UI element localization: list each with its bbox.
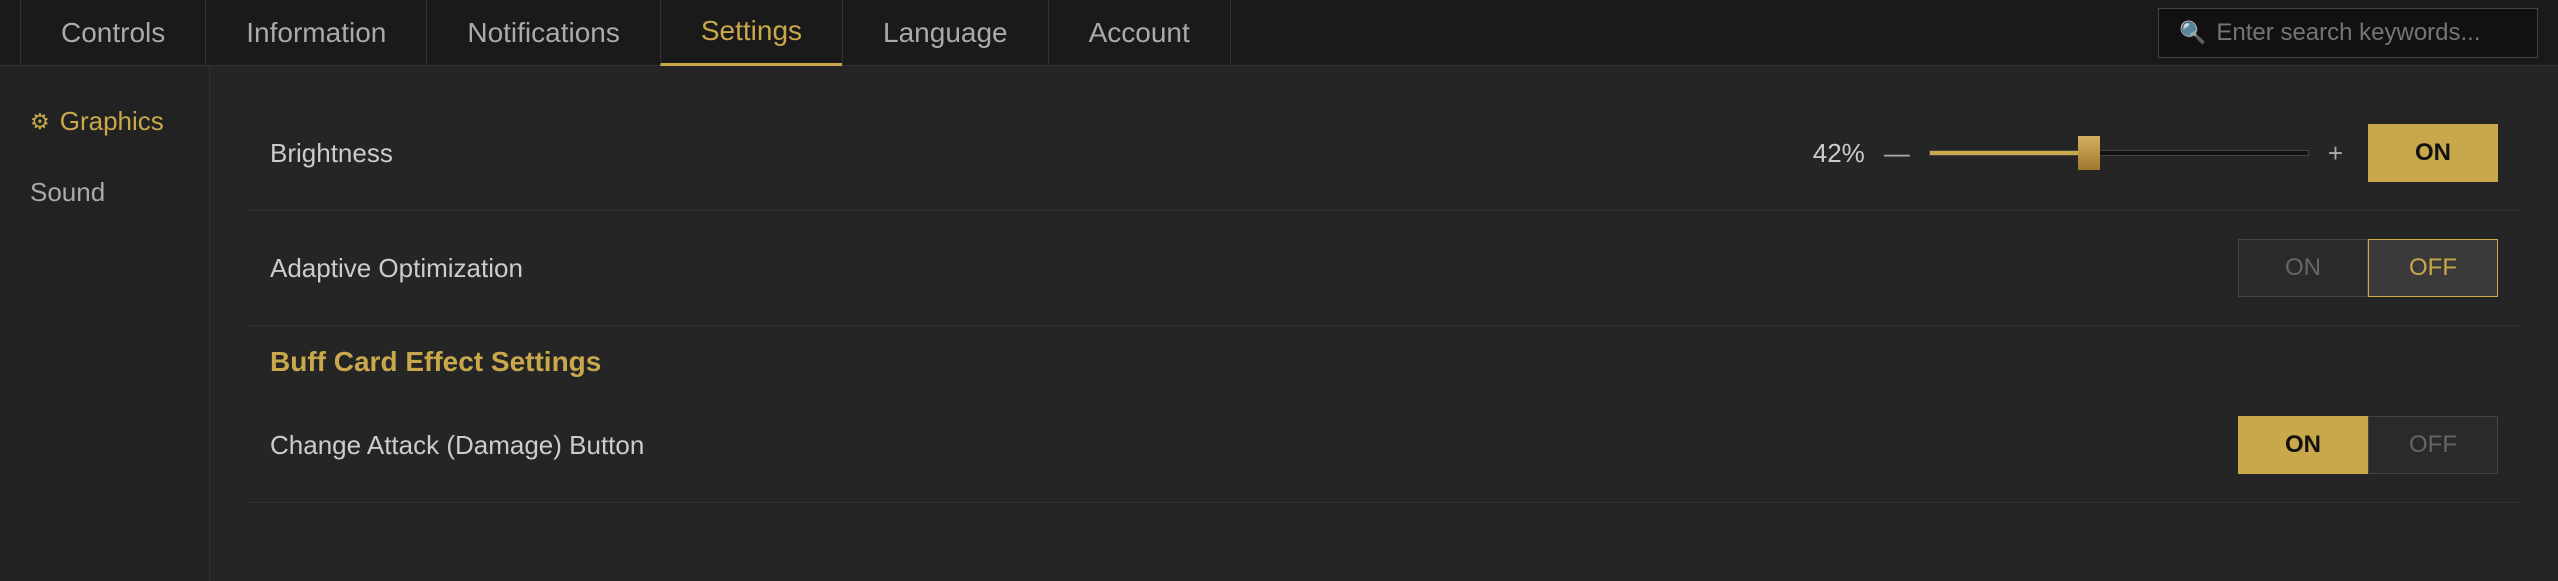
settings-icon: ⚙ bbox=[30, 109, 50, 135]
brightness-row: Brightness 42% — + ON bbox=[250, 96, 2518, 211]
buff-card-section-header: Buff Card Effect Settings bbox=[250, 326, 2518, 388]
search-input[interactable] bbox=[2216, 19, 2517, 47]
brightness-increase-button[interactable]: + bbox=[2323, 133, 2348, 174]
brightness-on-button[interactable]: ON bbox=[2368, 124, 2498, 182]
change-attack-toggle-group: ON OFF bbox=[2238, 416, 2498, 474]
adaptive-optimization-row: Adaptive Optimization ON OFF bbox=[250, 211, 2518, 326]
brightness-slider-container: 42% — + bbox=[1805, 133, 2348, 174]
change-attack-row: Change Attack (Damage) Button ON OFF bbox=[250, 388, 2518, 503]
tab-account[interactable]: Account bbox=[1048, 0, 1231, 66]
search-icon: 🔍 bbox=[2179, 20, 2206, 46]
brightness-label: Brightness bbox=[270, 138, 1805, 169]
adaptive-optimization-controls: ON OFF bbox=[2238, 239, 2498, 297]
brightness-controls: 42% — + ON bbox=[1805, 124, 2498, 182]
adaptive-optimization-label: Adaptive Optimization bbox=[270, 253, 2238, 284]
tab-notifications[interactable]: Notifications bbox=[426, 0, 661, 66]
adaptive-off-button[interactable]: OFF bbox=[2368, 239, 2498, 297]
sidebar: ⚙ Graphics Sound bbox=[0, 66, 210, 581]
brightness-slider-thumb[interactable] bbox=[2078, 136, 2100, 170]
brightness-slider-track[interactable] bbox=[1929, 150, 2309, 156]
brightness-decrease-button[interactable]: — bbox=[1879, 133, 1915, 174]
brightness-toggle-group: ON bbox=[2368, 124, 2498, 182]
main-layout: ⚙ Graphics Sound Brightness 42% — + bbox=[0, 66, 2558, 581]
sidebar-item-graphics[interactable]: ⚙ Graphics bbox=[0, 86, 209, 157]
change-attack-controls: ON OFF bbox=[2238, 416, 2498, 474]
search-bar[interactable]: 🔍 bbox=[2158, 8, 2538, 58]
adaptive-toggle-group: ON OFF bbox=[2238, 239, 2498, 297]
top-navigation: Controls Information Notifications Setti… bbox=[0, 0, 2558, 66]
settings-content: Brightness 42% — + ON Adaptive Optimizat bbox=[210, 66, 2558, 581]
tab-controls[interactable]: Controls bbox=[20, 0, 206, 66]
change-attack-label: Change Attack (Damage) Button bbox=[270, 430, 2238, 461]
brightness-value: 42% bbox=[1805, 138, 1865, 169]
tab-information[interactable]: Information bbox=[205, 0, 427, 66]
change-attack-on-button[interactable]: ON bbox=[2238, 416, 2368, 474]
sidebar-item-label-graphics: Graphics bbox=[60, 106, 164, 137]
sidebar-item-sound[interactable]: Sound bbox=[0, 157, 209, 228]
adaptive-on-button[interactable]: ON bbox=[2238, 239, 2368, 297]
tab-language[interactable]: Language bbox=[842, 0, 1049, 66]
brightness-slider-fill bbox=[1930, 151, 2089, 155]
tab-settings[interactable]: Settings bbox=[660, 0, 843, 66]
change-attack-off-button[interactable]: OFF bbox=[2368, 416, 2498, 474]
sidebar-item-label-sound: Sound bbox=[30, 177, 105, 208]
